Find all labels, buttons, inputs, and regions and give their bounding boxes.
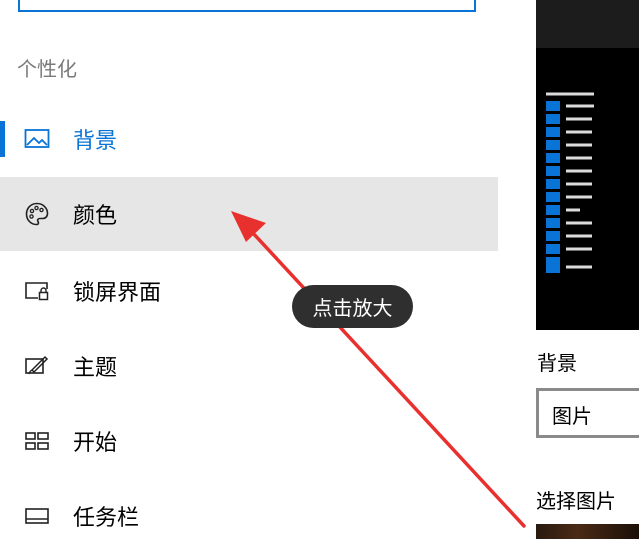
nav-item-start[interactable]: 开始 xyxy=(0,404,498,478)
nav-item-label: 颜色 xyxy=(73,204,118,229)
lock-screen-icon xyxy=(24,278,50,304)
choose-picture-label: 选择图片 xyxy=(536,489,616,513)
start-menu-preview-graphic xyxy=(546,92,594,273)
picture-thumbnail[interactable] xyxy=(536,524,639,539)
nav-item-label: 开始 xyxy=(73,431,118,456)
taskbar-icon xyxy=(24,503,50,529)
background-type-value: 图片 xyxy=(552,404,592,428)
background-preview xyxy=(536,48,639,330)
nav-item-label: 背景 xyxy=(73,129,118,154)
start-tiles-icon xyxy=(24,428,50,454)
palette-icon xyxy=(24,201,50,227)
nav-item-label: 锁屏界面 xyxy=(73,281,162,306)
nav-item-colors[interactable]: 颜色 xyxy=(0,177,498,251)
nav-item-label: 主题 xyxy=(73,356,118,381)
background-label: 背景 xyxy=(537,351,577,375)
theme-brush-icon xyxy=(24,353,50,379)
preview-header xyxy=(536,0,639,48)
nav-item-background[interactable]: 背景 xyxy=(0,102,498,176)
nav-item-taskbar[interactable]: 任务栏 xyxy=(0,479,498,553)
nav-item-lock-screen[interactable]: 锁屏界面 xyxy=(0,254,498,328)
section-title: 个性化 xyxy=(17,57,77,81)
search-input[interactable] xyxy=(18,0,476,12)
zoom-tooltip: 点击放大 xyxy=(292,285,413,328)
picture-icon xyxy=(24,126,50,152)
nav-item-themes[interactable]: 主题 xyxy=(0,329,498,403)
nav-item-label: 任务栏 xyxy=(73,506,140,531)
